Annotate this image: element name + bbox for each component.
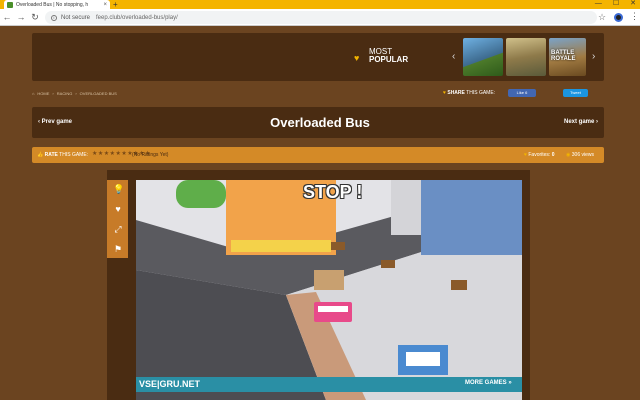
tweet-button[interactable]: Tweet [563,89,588,97]
thumbs-up-icon: 👍 [37,152,44,158]
most-popular-label: MOST POPULAR [369,47,409,64]
tab-close-icon[interactable]: × [103,2,107,8]
no-ratings-text: (No Ratings Yet) [132,152,169,158]
tab-title: Overloaded Bus | No stopping, h [16,1,89,8]
browser-tab[interactable]: Overloaded Bus | No stopping, h × [4,0,110,9]
home-icon: ⌂ [32,91,35,96]
address-bar[interactable]: i Not secure feep.club/overloaded-bus/pl… [45,11,597,24]
popular-game-thumb[interactable] [463,38,503,76]
browser-menu-icon[interactable]: ⋮ [630,11,639,22]
not-secure-label: Not secure [61,14,91,21]
minimize-button[interactable]: — [595,0,602,8]
breadcrumb-home[interactable]: HOME [37,91,49,96]
info-icon[interactable]: i [51,14,57,21]
eye-icon: ◉ [566,152,571,158]
page-title: Overloaded Bus [270,115,370,130]
bookmark-star-icon[interactable]: ☆ [598,12,606,23]
prev-game-link[interactable]: ‹ Prev game [38,119,72,125]
views-count: ◉ 306 views [566,152,594,158]
new-tab-button[interactable]: + [113,0,118,9]
popular-game-thumb[interactable]: BATTLE ROYALE [549,38,586,76]
url-text[interactable]: feep.club/overloaded-bus/play/ [96,15,178,21]
close-window-button[interactable]: ✕ [630,0,636,8]
breadcrumb: ⌂ HOME › RACING › OVERLOADED BUS [32,91,117,96]
game-canvas[interactable] [136,180,522,400]
vsegru-logo[interactable]: VSE|GRU.NET [139,379,200,389]
browser-tabbar: Overloaded Bus | No stopping, h × + — ☐ … [0,0,640,9]
lightbulb-icon[interactable]: 💡 [113,184,124,195]
carousel-next-icon[interactable]: › [592,51,595,62]
more-games-link[interactable]: MORE GAMES » [465,380,512,386]
popular-game-thumb[interactable] [506,38,546,76]
breadcrumb-racing[interactable]: RACING [57,91,73,96]
favorites-count: ♥ Favorites: 0 [524,152,555,158]
reload-button[interactable]: ↻ [28,12,42,23]
next-game-link[interactable]: Next game › [564,119,598,125]
share-label: ♥ SHARE THIS GAME: [443,90,496,96]
heart-favorite-icon[interactable]: ♥ [113,204,123,214]
facebook-like-button[interactable]: Like 6 [508,89,536,97]
heart-icon: ♥ [524,152,527,158]
maximize-button[interactable]: ☐ [613,0,619,8]
thumb-label: BATTLE ROYALE [551,50,576,62]
back-button[interactable]: ← [0,12,14,22]
favicon-icon [7,1,13,8]
game-scene[interactable] [136,180,522,400]
carousel-prev-icon[interactable]: ‹ [452,51,455,62]
rate-label: 👍 RATE THIS GAME: [37,152,89,158]
heart-icon: ♥ [443,90,446,96]
browser-toolbar: ← → ↻ i Not secure feep.club/overloaded-… [0,9,640,26]
heart-icon: ♥ [354,53,360,63]
flag-report-icon[interactable]: ⚑ [113,244,123,255]
breadcrumb-current: OVERLOADED BUS [79,91,117,96]
forward-button[interactable]: → [14,12,28,22]
stop-banner: STOP ! [303,182,363,202]
extension-icon[interactable] [614,13,623,22]
fullscreen-icon[interactable]: ⤢ [113,224,123,235]
